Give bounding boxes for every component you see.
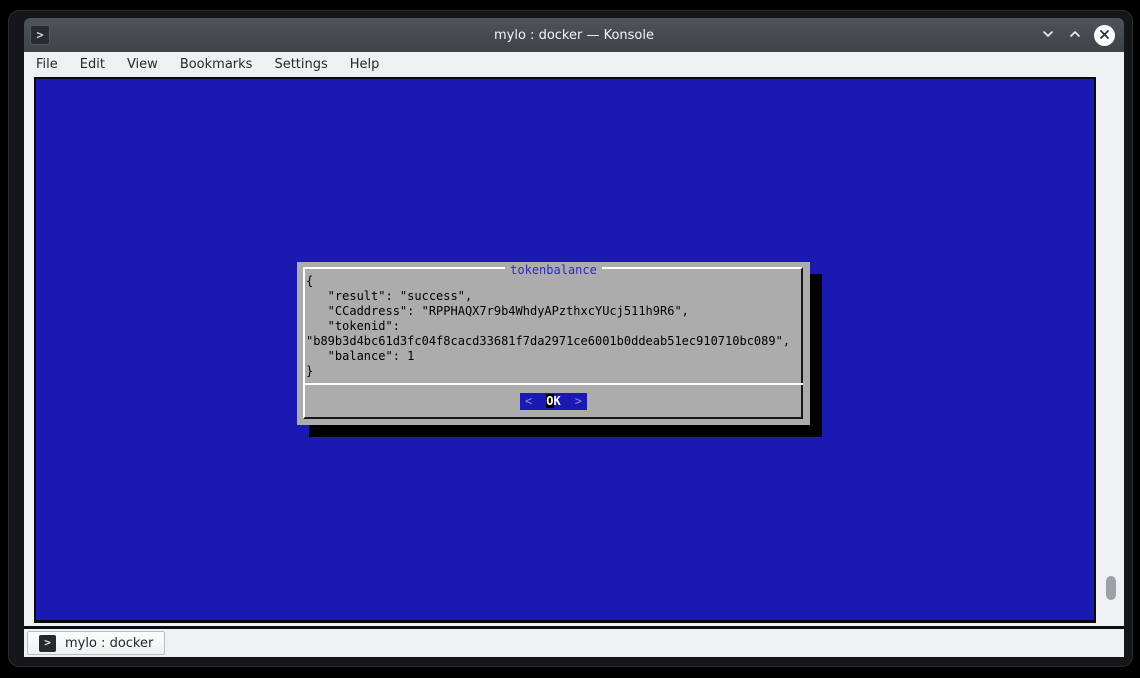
ok-button[interactable]: < OK > [520, 393, 587, 410]
window-title: mylo : docker — Konsole [24, 28, 1124, 43]
tab-mylo-docker[interactable]: > mylo : docker [27, 631, 165, 655]
terminal-area: tokenbalance { "result": "success", "CCa… [24, 77, 1124, 626]
menu-file[interactable]: File [25, 57, 69, 72]
terminal-screen[interactable]: tokenbalance { "result": "success", "CCa… [34, 77, 1096, 623]
ok-cursor-char: O [546, 394, 553, 408]
tokenbalance-dialog: tokenbalance { "result": "success", "CCa… [297, 262, 810, 425]
menu-edit[interactable]: Edit [69, 57, 116, 72]
close-icon [1098, 26, 1111, 45]
menu-bookmarks[interactable]: Bookmarks [169, 57, 264, 72]
konsole-app-icon: > [30, 25, 50, 45]
dialog-separator [303, 383, 803, 385]
menu-help[interactable]: Help [339, 57, 391, 72]
scrollbar-thumb[interactable] [1106, 576, 1116, 600]
chevron-down-icon [1041, 26, 1055, 45]
tab-label: mylo : docker [65, 636, 153, 651]
window-inner: > mylo : docker — Konsole [24, 18, 1124, 657]
scrollbar-track[interactable] [1098, 77, 1124, 626]
konsole-window: > mylo : docker — Konsole [8, 10, 1133, 667]
ok-label-rest: K [554, 394, 561, 408]
dialog-title: tokenbalance [297, 259, 810, 278]
menu-settings[interactable]: Settings [263, 57, 338, 72]
tabbar: > mylo : docker [24, 626, 1124, 657]
menubar: File Edit View Bookmarks Settings Help [24, 52, 1124, 77]
window-controls [1040, 25, 1115, 46]
tab-konsole-icon: > [39, 635, 56, 652]
dialog-button-row: < OK > [297, 390, 810, 410]
titlebar[interactable]: > mylo : docker — Konsole [24, 18, 1124, 52]
chevron-up-icon [1068, 26, 1082, 45]
ok-bracket-left: < [525, 394, 532, 408]
menu-view[interactable]: View [116, 57, 169, 72]
ok-bracket-right: > [575, 394, 582, 408]
minimize-button[interactable] [1040, 27, 1056, 43]
close-button[interactable] [1094, 25, 1115, 46]
maximize-button[interactable] [1067, 27, 1083, 43]
dialog-json-text: { "result": "success", "CCaddress": "RPP… [306, 274, 790, 379]
